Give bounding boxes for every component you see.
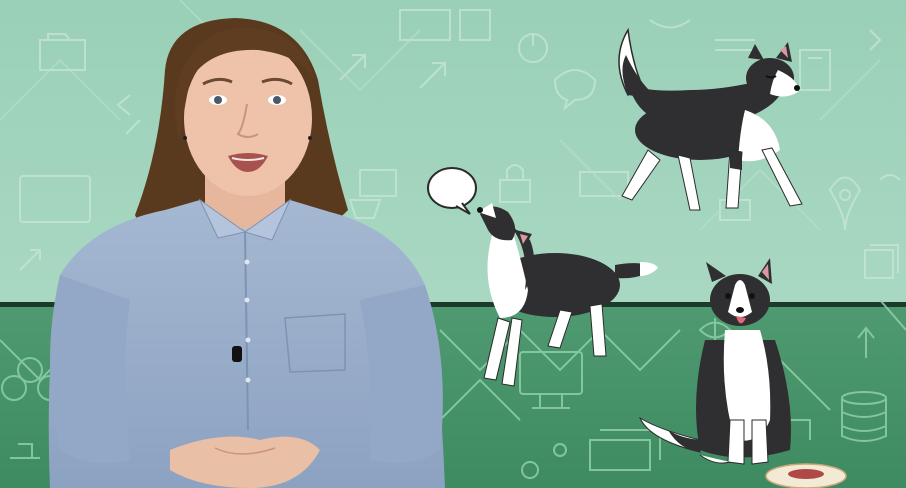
- food-bowl: [765, 463, 847, 488]
- scene-canvas: [0, 0, 906, 488]
- microphone-icon: [232, 346, 242, 362]
- video-frame: [0, 0, 906, 488]
